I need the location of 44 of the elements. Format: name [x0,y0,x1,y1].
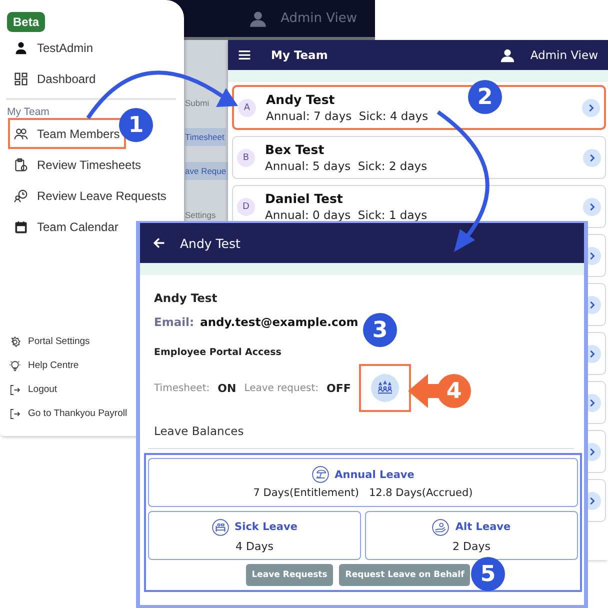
menu-label: Submi [185,97,210,110]
member-name: Andy Test [154,291,218,305]
leave-type: Annual Leave [334,468,414,480]
drawer-item[interactable]: Logout [9,381,58,398]
leave-type: Sick Leave [234,521,298,533]
drawer-item[interactable]: TestAdmin [8,32,100,63]
leave-amount: 7 Days(Entitlement) [253,487,359,499]
drawer-item[interactable]: Help Centre [9,357,79,374]
drawer-item[interactable]: Review Leave Requests [8,180,172,211]
leave-summary: Annual: 7 days Sick: 4 days [266,109,428,123]
access-label: Leave request: [244,382,318,394]
section-heading: Employee Portal Access [154,347,282,358]
leave-type: Alt Leave [455,521,511,533]
avatar: B [237,148,255,166]
section-heading: Leave Balances [154,424,245,438]
drawer-item[interactable]: Dashboard [8,63,102,94]
drawer-item[interactable]: Portal Settings [9,333,90,350]
email-value: andy.test@example.com [200,315,358,329]
member-name: Andy Test [266,92,336,107]
email-label: Email: [154,315,194,329]
leave-amount: 4 Days [236,540,274,552]
drawer-item[interactable]: Team Calendar [8,211,124,242]
menu-label: Settings [185,209,217,222]
page-title: Andy Test [180,236,240,250]
member-name: Daniel Test [265,191,344,206]
leave-summary: Annual: 5 days Sick: 2 days [265,159,428,173]
admin-view-label: Admin View [530,48,598,62]
avatar: A [238,98,256,116]
access-value: OFF [326,382,351,394]
team-member-row[interactable]: B Bex Test Annual: 5 days Sick: 2 days [232,136,606,179]
admin-view-label: Admin View [280,11,357,26]
beta-badge: Beta [7,12,46,32]
page-title: My Team [271,48,328,62]
avatar: D [237,198,255,216]
section-heading: My Team [7,106,50,118]
drawer-item[interactable]: Go to Thankyou Payroll [9,405,128,422]
drawer-item[interactable]: Review Timesheets [8,149,148,180]
access-label: Timesheet: [154,382,210,394]
leave-amount: 12.8 Days(Accrued) [368,487,473,499]
leave-amount: 2 Days [452,540,490,552]
leave-summary: Annual: 0 days Sick: 1 days [265,208,428,222]
member-name: Bex Test [265,142,326,157]
drawer-item[interactable]: Team Members [8,118,126,149]
access-value: ON [218,382,236,394]
